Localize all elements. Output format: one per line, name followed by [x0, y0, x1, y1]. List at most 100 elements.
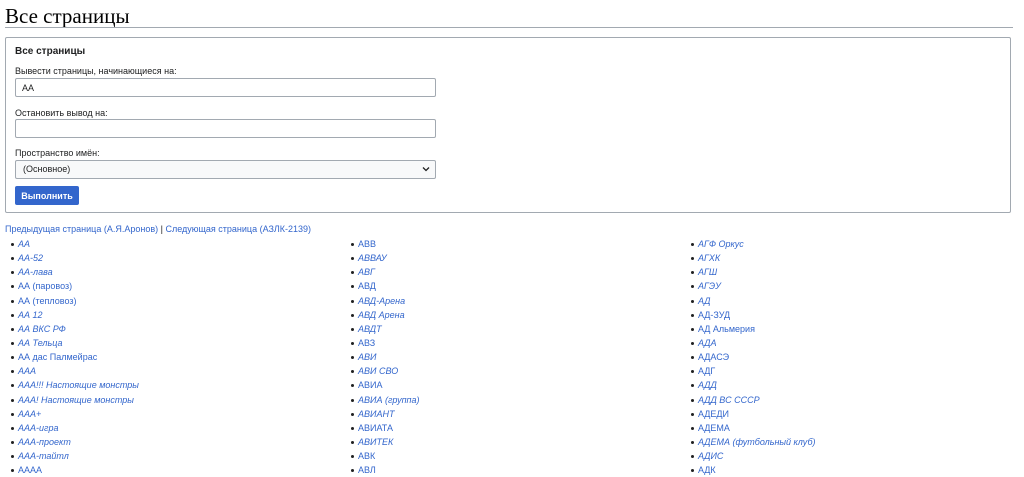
page-link[interactable]: ААА!!! Настоящие монстры [18, 380, 139, 390]
list-item: АДЕМА (футбольный клуб) [691, 435, 816, 449]
page-link[interactable]: АА-лава [18, 267, 53, 277]
list-item: АД-ЗУД [691, 308, 816, 322]
bullet-icon [11, 356, 14, 360]
page-link[interactable]: АВИА [358, 380, 382, 390]
page-link[interactable]: АГШ [698, 267, 717, 277]
list-item: АА Тельца [11, 336, 139, 350]
bullet-icon [351, 327, 354, 331]
page-link[interactable]: АВВАУ [358, 253, 387, 263]
page-link[interactable]: АГЭУ [698, 281, 721, 291]
page-link[interactable]: АА (паровоз) [18, 281, 72, 291]
bullet-icon [351, 341, 354, 345]
bullet-icon [11, 412, 14, 416]
bullet-icon [11, 426, 14, 430]
bullet-icon [351, 426, 354, 430]
list-item: АД Альмерия [691, 322, 816, 336]
bullet-icon [351, 257, 354, 261]
bullet-icon [691, 327, 694, 331]
list-item: АВИАТА [351, 421, 420, 435]
page-link[interactable]: АА Тельца [18, 338, 62, 348]
bullet-icon [691, 356, 694, 360]
page-link[interactable]: АВК [358, 451, 375, 461]
page-link[interactable]: АДАСЭ [698, 352, 729, 362]
page-list-column-1: АА АА-52 АА-лава АА (паровоз) АА (тепловоз) А… [11, 237, 139, 477]
list-item: АА-52 [11, 251, 139, 265]
page-link[interactable]: АВЛ [358, 465, 376, 475]
page-link[interactable]: ААА-игра [18, 423, 58, 433]
list-item: ААА-тайтл [11, 449, 139, 463]
page-link[interactable]: АДГ [698, 366, 715, 376]
allpages-form: Все страницы Вывести страницы, начинающи… [5, 37, 1011, 213]
bullet-icon [11, 341, 14, 345]
bullet-icon [691, 455, 694, 459]
list-item: АДГ [691, 364, 816, 378]
bullet-icon [691, 243, 694, 246]
page-link[interactable]: АД [698, 296, 710, 306]
page-link[interactable]: АА ВКС РФ [18, 324, 66, 334]
page-link[interactable]: АААА [18, 465, 42, 475]
page-link[interactable]: АА-52 [18, 253, 43, 263]
page-link[interactable]: АДЕМА [698, 423, 730, 433]
list-item: АА (тепловоз) [11, 294, 139, 308]
namespace-select[interactable]: (Основное) [15, 160, 436, 179]
page-link[interactable]: ААА! Настоящие монстры [18, 395, 134, 405]
page-link[interactable]: АДД [698, 380, 717, 390]
page-link[interactable]: АА (тепловоз) [18, 296, 76, 306]
bullet-icon [351, 356, 354, 360]
bullet-icon [691, 384, 694, 388]
page-link[interactable]: АА [18, 239, 30, 249]
page-link[interactable]: АВГ [358, 267, 375, 277]
list-item: АДЕДИ [691, 407, 816, 421]
bullet-icon [11, 257, 14, 261]
page-link[interactable]: АД-ЗУД [698, 310, 730, 320]
list-item: ААА+ [11, 407, 139, 421]
page-link[interactable]: АВИ СВО [358, 366, 398, 376]
list-item: АДД ВС СССР [691, 393, 816, 407]
to-input[interactable] [15, 119, 436, 138]
page-link[interactable]: АД Альмерия [698, 324, 755, 334]
page-link[interactable]: АВИТЕК [358, 437, 393, 447]
page-link[interactable]: АВЗ [358, 338, 375, 348]
next-page-link[interactable]: Следующая страница (АЗЛК-2139) [165, 224, 311, 234]
list-item: АВВАУ [351, 251, 420, 265]
prev-page-link[interactable]: Предыдущая страница (А.Я.Аронов) [5, 224, 158, 234]
list-item: АВЗ [351, 336, 420, 350]
page-link[interactable]: ААА [18, 366, 36, 376]
page-link[interactable]: АА 12 [18, 310, 43, 320]
page-link[interactable]: АДД ВС СССР [698, 395, 760, 405]
submit-button[interactable]: Выполнить [15, 186, 79, 205]
page-link[interactable]: АА дас Палмейрас [18, 352, 97, 362]
page-link[interactable]: АДА [698, 338, 716, 348]
page-link[interactable]: АГХК [698, 253, 720, 263]
page-link[interactable]: АВИАНТ [358, 409, 394, 419]
page-link[interactable]: ААА-проект [18, 437, 71, 447]
page-link[interactable]: АВИ [358, 352, 376, 362]
page-link[interactable]: АДИС [698, 451, 723, 461]
list-item: АВВ [351, 237, 420, 251]
page-link[interactable]: АВИАТА [358, 423, 393, 433]
page-link[interactable]: ААА+ [18, 409, 41, 419]
bullet-icon [351, 243, 354, 246]
list-item: АВК [351, 449, 420, 463]
page-link[interactable]: АВД Арена [358, 310, 405, 320]
bullet-icon [351, 299, 354, 303]
page-link[interactable]: АВИА (группа) [358, 395, 420, 405]
page-link[interactable]: АВД [358, 281, 376, 291]
page-link[interactable]: АВВ [358, 239, 376, 249]
page-link[interactable]: АДЕДИ [698, 409, 729, 419]
list-item: АВИ [351, 350, 420, 364]
bullet-icon [351, 285, 354, 289]
page-link[interactable]: ААА-тайтл [18, 451, 69, 461]
page-link[interactable]: АВДТ [358, 324, 382, 334]
list-item: АВИА [351, 378, 420, 392]
list-item: АДЕМА [691, 421, 816, 435]
bullet-icon [11, 313, 14, 317]
page-link[interactable]: АВД-Арена [358, 296, 405, 306]
page-link[interactable]: АДЕМА (футбольный клуб) [698, 437, 816, 447]
from-input[interactable] [15, 78, 436, 97]
bullet-icon [11, 243, 14, 246]
list-item: ААА-проект [11, 435, 139, 449]
bullet-icon [351, 370, 354, 374]
page-link[interactable]: АДК [698, 465, 716, 475]
page-link[interactable]: АГФ Оркус [698, 239, 744, 249]
